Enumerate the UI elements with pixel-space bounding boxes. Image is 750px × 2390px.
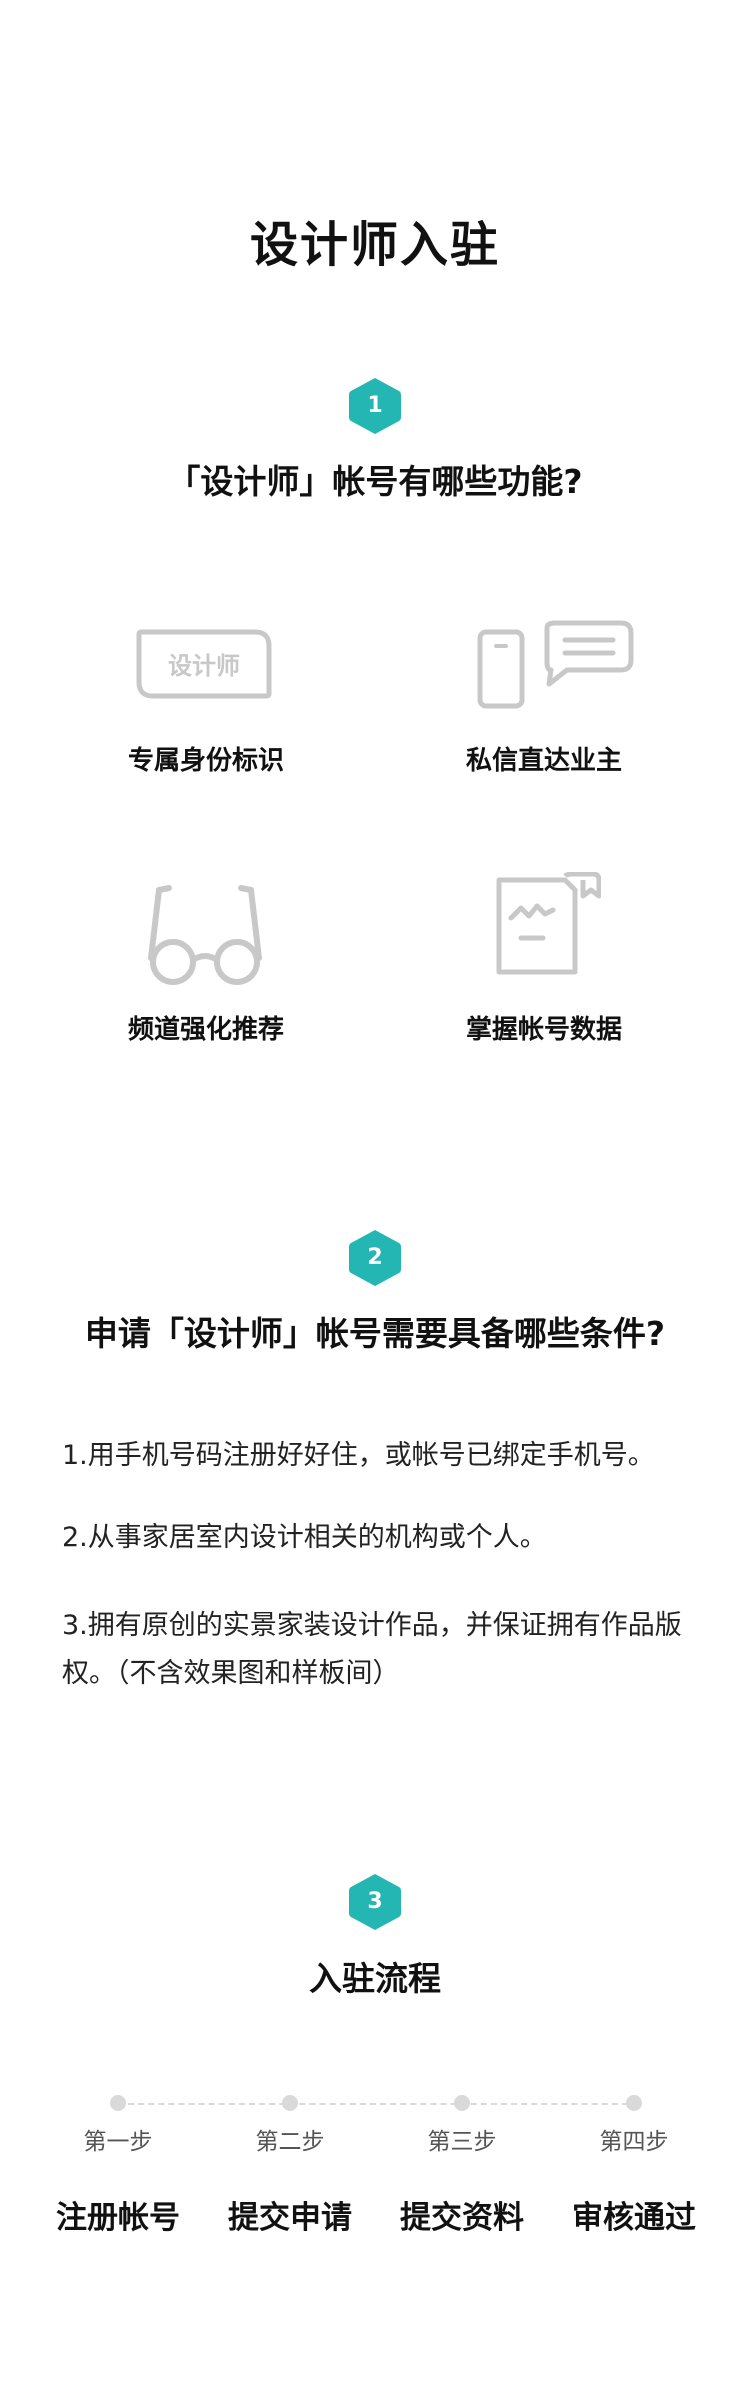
step-number-badge: 1 [345, 376, 405, 436]
step-name: 提交申请 [228, 2200, 352, 2236]
step-number-label: 第四步 [599, 2129, 669, 2155]
badge-card-text: 设计师 [168, 652, 240, 680]
step-name: 审核通过 [572, 2200, 696, 2236]
glasses-icon [145, 882, 265, 986]
feature-label: 私信直达业主 [465, 746, 622, 776]
process-timeline-line [118, 2103, 638, 2105]
step-dot [626, 2095, 642, 2111]
step-name: 提交资料 [400, 2200, 524, 2236]
step-number-badge: 2 [345, 1228, 405, 1288]
badge-number: 3 [367, 1889, 383, 1914]
step-number-badge: 3 [345, 1872, 405, 1932]
condition-item: 1.用手机号码注册好好住，或帐号已绑定手机号。 [62, 1440, 655, 1471]
document-chart-icon [493, 872, 601, 976]
badge-number: 2 [367, 1245, 383, 1270]
step-name: 注册帐号 [56, 2200, 180, 2236]
feature-label: 频道强化推荐 [127, 1015, 284, 1045]
section-title: 入驻流程 [309, 1959, 441, 1998]
page-title: 设计师入驻 [249, 217, 500, 273]
step-dot [282, 2095, 298, 2111]
badge-number: 1 [367, 393, 383, 418]
condition-item: 3.拥有原创的实景家装设计作品，并保证拥有作品版权。（不含效果图和样板间） [62, 1610, 682, 1689]
step-number-label: 第二步 [255, 2129, 325, 2155]
step-number-label: 第三步 [427, 2129, 497, 2155]
step-dot [110, 2095, 126, 2111]
feature-label: 专属身份标识 [127, 746, 284, 776]
section-title: 「设计师」帐号有哪些功能? [167, 462, 583, 501]
badge-card-icon: 设计师 [135, 628, 275, 700]
section-title: 申请「设计师」帐号需要具备哪些条件? [84, 1314, 666, 1353]
condition-item: 2.从事家居室内设计相关的机构或个人。 [62, 1522, 547, 1553]
step-number-label: 第一步 [83, 2129, 153, 2155]
phone-chat-icon [475, 620, 635, 710]
step-dot [454, 2095, 470, 2111]
feature-label: 掌握帐号数据 [465, 1015, 622, 1045]
